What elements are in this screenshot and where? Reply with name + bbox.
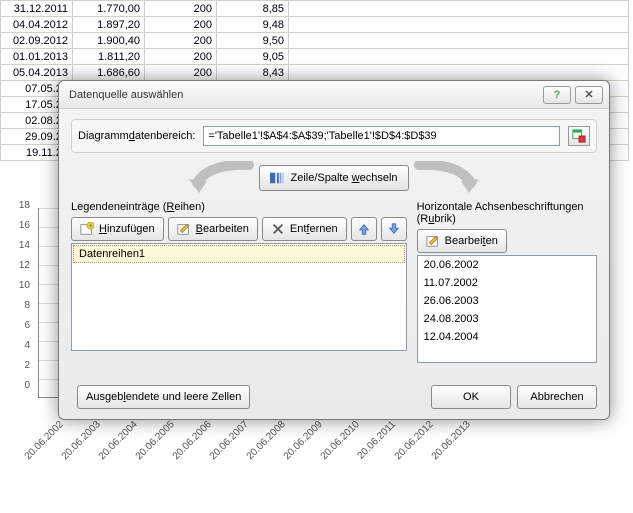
cancel-button[interactable]: Abbrechen: [517, 385, 597, 409]
edit-icon: [177, 222, 191, 236]
list-item[interactable]: Datenreihen1: [73, 245, 405, 263]
cell[interactable]: 9,48: [217, 17, 289, 33]
cell[interactable]: 9,50: [217, 33, 289, 49]
cell[interactable]: 200: [145, 49, 217, 65]
y-tick-label: 0: [10, 380, 30, 400]
y-tick-label: 18: [10, 200, 30, 220]
dialog-titlebar: Datenquelle auswählen ? ✕: [59, 81, 609, 109]
arrow-down-icon: [387, 222, 401, 236]
y-tick-label: 4: [10, 340, 30, 360]
x-tick-label: 20.06.2013: [430, 419, 473, 462]
y-tick-label: 6: [10, 320, 30, 340]
move-up-button[interactable]: [351, 217, 377, 241]
x-tick-label: 20.06.2002: [23, 419, 66, 462]
cell[interactable]: 1.900,40: [73, 33, 145, 49]
cell[interactable]: 31.12.2011: [1, 1, 73, 17]
range-picker-icon: [572, 129, 586, 143]
y-tick-label: 2: [10, 360, 30, 380]
list-item[interactable]: 11.07.2002: [418, 274, 596, 292]
cell[interactable]: 200: [145, 17, 217, 33]
cell[interactable]: 9,05: [217, 49, 289, 65]
x-tick-label: 20.06.2009: [282, 419, 325, 462]
cell[interactable]: 1.686,60: [73, 65, 145, 81]
remove-icon: [271, 222, 285, 236]
add-icon: [80, 222, 94, 236]
cell[interactable]: 1.897,20: [73, 17, 145, 33]
list-item[interactable]: 12.04.2004: [418, 328, 596, 346]
cell[interactable]: 04.04.2012: [1, 17, 73, 33]
select-data-source-dialog: Datenquelle auswählen ? ✕ Diagrammdatenb…: [58, 80, 610, 420]
cell[interactable]: 02.09.2012: [1, 33, 73, 49]
close-button[interactable]: ✕: [575, 86, 603, 104]
move-down-button[interactable]: [381, 217, 407, 241]
x-tick-label: 20.06.2003: [60, 419, 103, 462]
cell[interactable]: 200: [145, 33, 217, 49]
chart-data-range-input[interactable]: [203, 126, 560, 146]
list-item[interactable]: 26.06.2003: [418, 292, 596, 310]
dialog-title: Datenquelle auswählen: [69, 89, 539, 101]
y-tick-label: 8: [10, 300, 30, 320]
axis-labels-label: Horizontale Achsenbeschriftungen (Rubrik…: [417, 201, 597, 225]
cell[interactable]: 8,85: [217, 1, 289, 17]
edit-icon: [426, 234, 440, 248]
switch-row-column-label: Zeile/Spalte wechseln: [290, 172, 397, 184]
curved-arrow-right-icon: [409, 161, 489, 195]
list-item[interactable]: 24.08.2003: [418, 310, 596, 328]
cell[interactable]: 01.01.2013: [1, 49, 73, 65]
cell[interactable]: 200: [145, 1, 217, 17]
x-tick-label: 20.06.2010: [319, 419, 362, 462]
x-tick-label: 20.06.2012: [393, 419, 436, 462]
chart-data-range-label: Diagrammdatenbereich:: [78, 130, 195, 142]
list-item[interactable]: 20.06.2002: [418, 256, 596, 274]
switch-row-column-button[interactable]: Zeile/Spalte wechseln: [259, 165, 408, 191]
ok-button[interactable]: OK: [431, 385, 511, 409]
edit-categories-button[interactable]: Bearbeiten: [417, 229, 507, 253]
x-tick-label: 20.06.2006: [171, 419, 214, 462]
cell[interactable]: 1.770,00: [73, 1, 145, 17]
y-tick-label: 10: [10, 280, 30, 300]
y-tick-label: 14: [10, 240, 30, 260]
y-tick-label: 16: [10, 220, 30, 240]
curved-arrow-left-icon: [179, 161, 259, 195]
arrow-up-icon: [357, 222, 371, 236]
x-tick-label: 20.06.2008: [245, 419, 288, 462]
categories-listbox[interactable]: 20.06.200211.07.200226.06.200324.08.2003…: [417, 255, 597, 363]
series-listbox[interactable]: Datenreihen1: [71, 243, 407, 351]
chart-data-range-row: Diagrammdatenbereich:: [71, 119, 597, 153]
y-tick-label: 12: [10, 260, 30, 280]
x-tick-label: 20.06.2007: [208, 419, 251, 462]
cell[interactable]: 200: [145, 65, 217, 81]
x-tick-label: 20.06.2011: [355, 419, 398, 462]
x-tick-label: 20.06.2005: [134, 419, 177, 462]
remove-series-button[interactable]: Entfernen: [262, 217, 347, 241]
hidden-empty-cells-button[interactable]: Ausgeblendete und leere Zellen: [77, 385, 250, 409]
add-series-button[interactable]: Hinzufügen: [71, 217, 164, 241]
cell[interactable]: 8,43: [217, 65, 289, 81]
cell[interactable]: 05.04.2013: [1, 65, 73, 81]
range-picker-button[interactable]: [568, 126, 590, 146]
edit-series-button[interactable]: Bearbeiten: [168, 217, 258, 241]
cell[interactable]: 1.811,20: [73, 49, 145, 65]
x-tick-label: 20.06.2004: [97, 419, 140, 462]
help-button[interactable]: ?: [543, 86, 571, 104]
switch-icon: [270, 171, 284, 185]
legend-entries-label: Legendeneinträge (Reihen): [71, 201, 407, 213]
